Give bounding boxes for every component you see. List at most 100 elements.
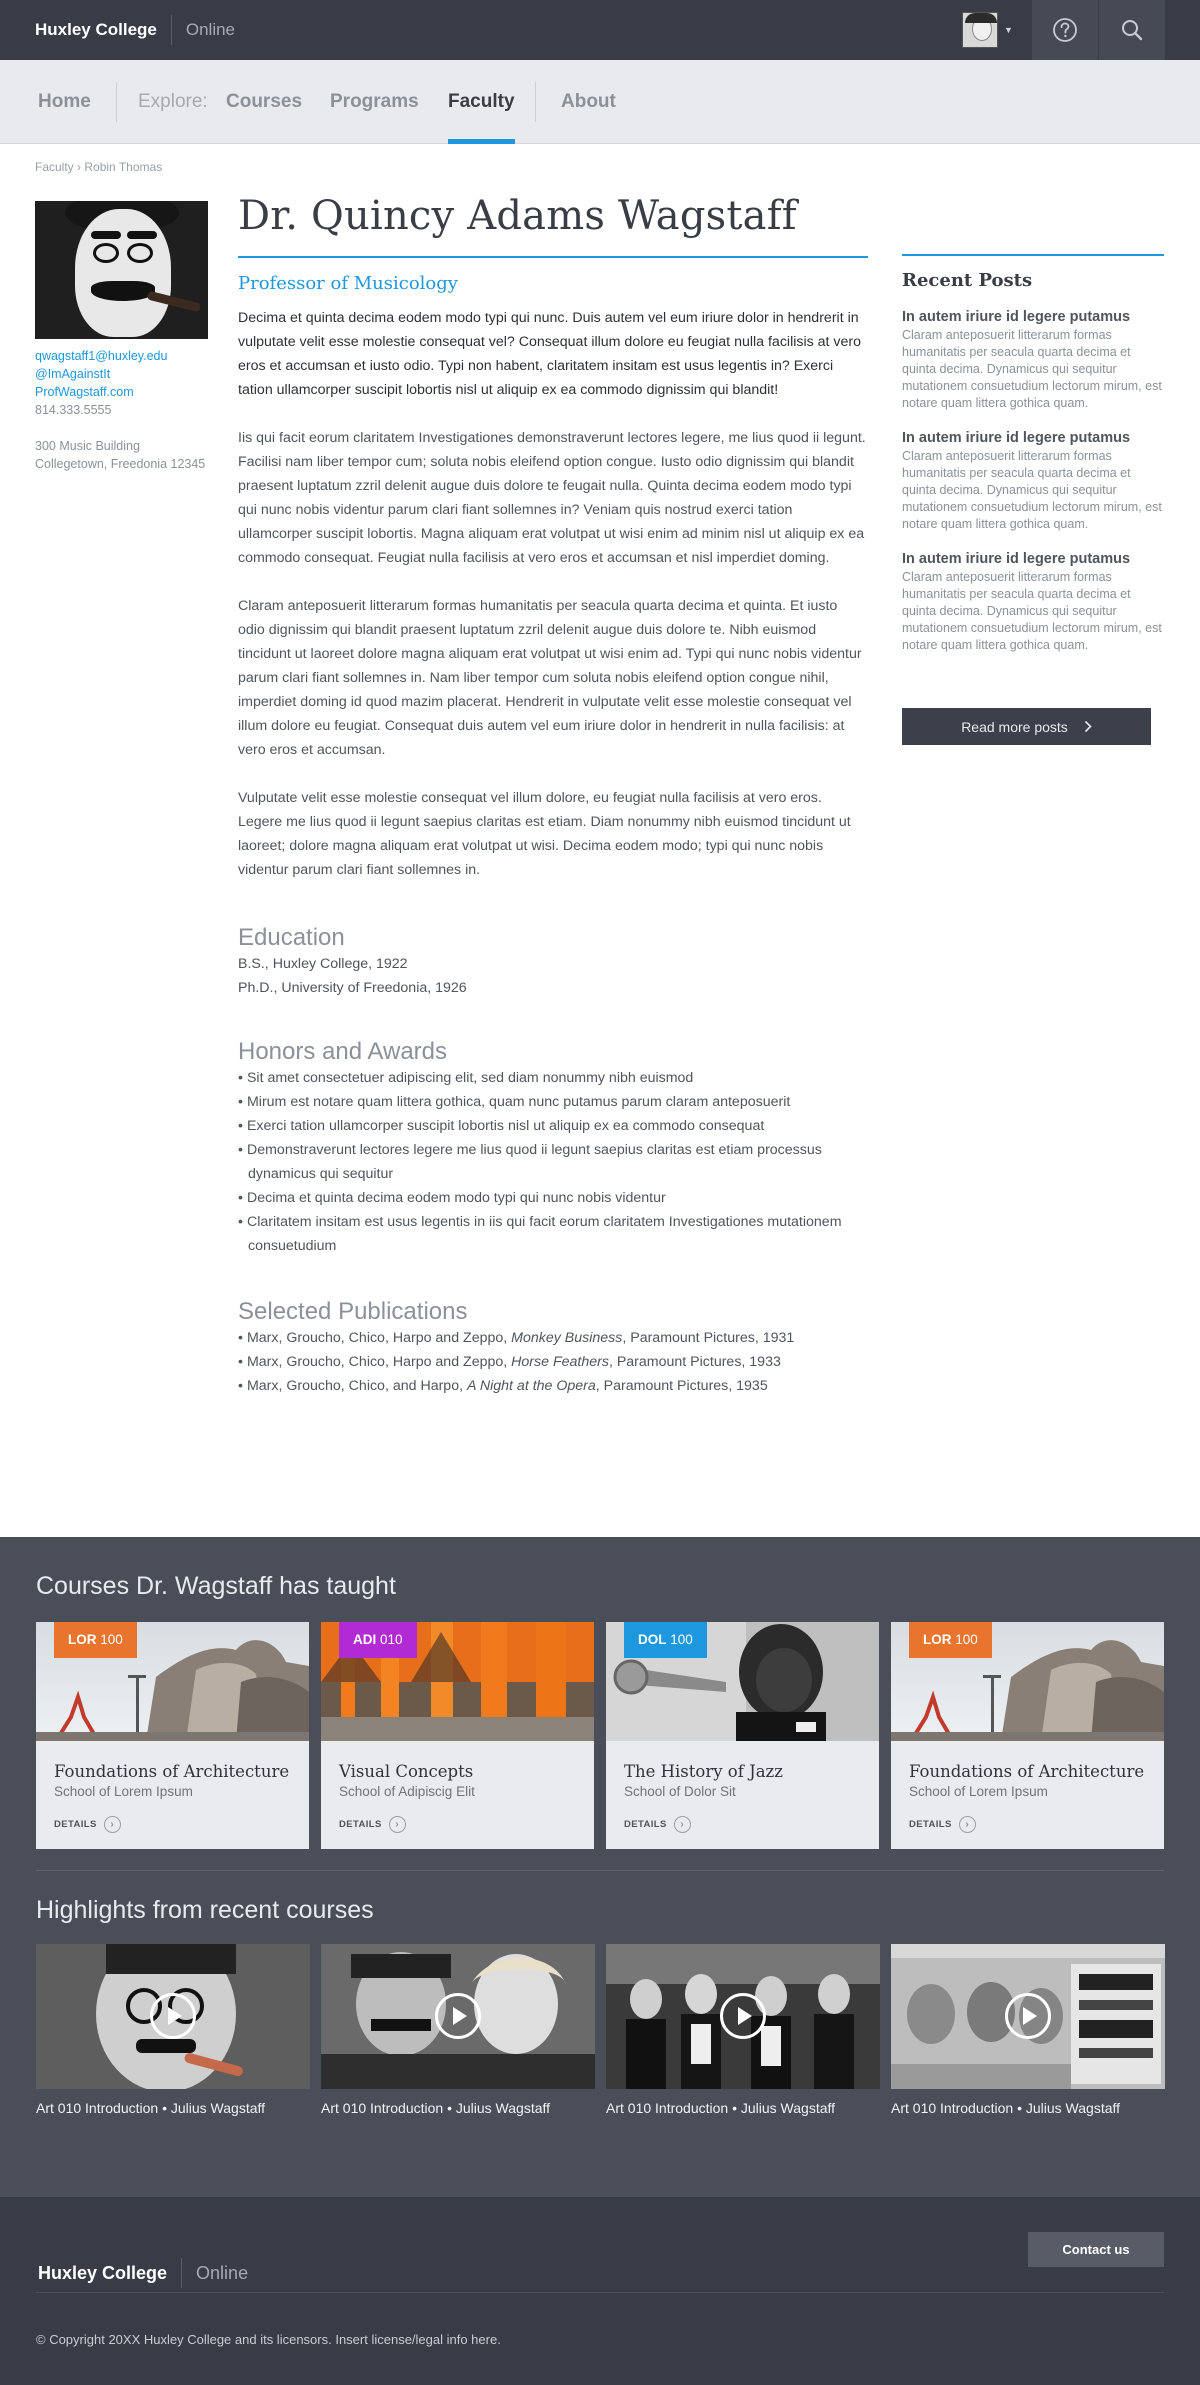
footer: Huxley College Online Contact us © Copyr… [0, 2197, 1200, 2385]
nav-divider [116, 82, 117, 122]
professor-title: Professor of Musicology [238, 273, 458, 294]
footer-brand[interactable]: Huxley College Online [38, 2257, 248, 2289]
play-icon[interactable] [720, 1993, 766, 2039]
course-details-link[interactable]: DETAILS › [54, 1816, 121, 1833]
list-item: Marx, Groucho, Chico, and Harpo, A Night… [238, 1374, 868, 1398]
post-excerpt: Claram anteposuerit litterarum formas hu… [902, 449, 1162, 531]
course-school: School of Dolor Sit [624, 1784, 736, 1799]
course-title[interactable]: Foundations of Architecture [54, 1762, 289, 1781]
post-item[interactable]: In autem iriure id legere putamus Claram… [902, 307, 1164, 412]
post-item[interactable]: In autem iriure id legere putamus Claram… [902, 549, 1164, 654]
play-icon[interactable] [1005, 1993, 1051, 2039]
top-bar: Huxley College Online ▼ [0, 0, 1200, 60]
education-item: B.S., Huxley College, 1922 [238, 956, 408, 972]
website-link[interactable]: ProfWagstaff.com [35, 383, 167, 401]
profile-contact: qwagstaff1@huxley.edu @ImAgainstIt ProfW… [35, 347, 167, 419]
profile-photo [35, 201, 208, 339]
nav-courses[interactable]: Courses [226, 60, 302, 144]
brand-name[interactable]: Huxley College [35, 20, 157, 40]
course-title[interactable]: The History of Jazz [624, 1762, 783, 1781]
video-thumbnail[interactable] [606, 1944, 880, 2089]
bio-lede: Decima et quinta decima eodem modo typi … [238, 310, 862, 398]
arrow-right-icon: › [103, 1816, 121, 1833]
brand[interactable]: Huxley College Online [35, 0, 235, 60]
education-heading: Education [238, 924, 345, 951]
video-caption[interactable]: Art 010 Introduction • Julius Wagstaff [606, 2100, 835, 2116]
brand-subtitle: Online [196, 2262, 249, 2283]
highlights-heading: Highlights from recent courses [36, 1896, 374, 1924]
post-title[interactable]: In autem iriure id legere putamus [902, 549, 1164, 569]
arrow-right-icon: › [388, 1816, 406, 1833]
list-item: Marx, Groucho, Chico, Harpo and Zeppo, M… [238, 1326, 868, 1350]
copyright: © Copyright 20XX Huxley College and its … [36, 2332, 501, 2347]
video-caption[interactable]: Art 010 Introduction • Julius Wagstaff [321, 2100, 550, 2116]
user-avatar[interactable] [962, 12, 998, 48]
course-title[interactable]: Visual Concepts [339, 1762, 473, 1781]
course-details-link[interactable]: DETAILS › [909, 1816, 976, 1833]
brand-subtitle: Online [185, 20, 236, 39]
course-badge: LOR 100 [54, 1622, 137, 1658]
course-details-link[interactable]: DETAILS › [339, 1816, 406, 1833]
course-details-link[interactable]: DETAILS › [624, 1816, 691, 1833]
read-more-posts-button[interactable]: Read more posts [902, 708, 1151, 745]
courses-heading: Courses Dr. Wagstaff has taught [36, 1572, 396, 1600]
breadcrumb-faculty[interactable]: Faculty [35, 160, 74, 174]
course-card[interactable]: ADI 010 Visual Concepts School of Adipis… [321, 1622, 594, 1849]
main-nav: Home Explore: Courses Programs Faculty A… [0, 60, 1200, 144]
breadcrumb-current: Robin Thomas [84, 160, 163, 174]
help-button[interactable] [1032, 0, 1098, 60]
nav-about[interactable]: About [561, 60, 616, 144]
list-item: Demonstraverunt lectores legere me lius … [238, 1138, 868, 1186]
video-thumbnail[interactable] [321, 1944, 595, 2089]
contact-us-button[interactable]: Contact us [1028, 2232, 1164, 2267]
list-item: Sit amet consectetuer adipiscing elit, s… [238, 1066, 868, 1090]
recent-posts-heading: Recent Posts [902, 270, 1033, 291]
footer-divider [36, 2292, 1164, 2293]
nav-faculty[interactable]: Faculty [448, 60, 515, 144]
brand-name[interactable]: Huxley College [38, 2263, 167, 2284]
play-icon[interactable] [435, 1993, 481, 2039]
twitter-link[interactable]: @ImAgainstIt [35, 365, 167, 383]
course-badge: DOL 100 [624, 1622, 707, 1658]
section-divider [36, 1870, 1164, 1871]
bio-paragraph: Claram anteposuerit litterarum formas hu… [238, 598, 862, 758]
course-card[interactable]: DOL 100 The History of Jazz School of Do… [606, 1622, 879, 1849]
post-excerpt: Claram anteposuerit litterarum formas hu… [902, 570, 1162, 652]
address-line: 300 Music Building [35, 439, 140, 453]
list-item: Decima et quinta decima eodem modo typi … [238, 1186, 868, 1210]
course-school: School of Lorem Ipsum [54, 1784, 193, 1799]
publication-title: A Night at the Opera [466, 1378, 596, 1394]
post-title[interactable]: In autem iriure id legere putamus [902, 307, 1164, 327]
caret-down-icon[interactable]: ▼ [1004, 25, 1013, 35]
address-line: Collegetown, Freedonia 12345 [35, 457, 206, 471]
recent-posts: Recent Posts In autem iriure id legere p… [902, 254, 1164, 654]
email-link[interactable]: qwagstaff1@huxley.edu [35, 347, 167, 365]
video-thumbnail[interactable] [36, 1944, 310, 2089]
post-title[interactable]: In autem iriure id legere putamus [902, 428, 1164, 448]
publication-title: Monkey Business [511, 1330, 623, 1346]
course-card[interactable]: LOR 100 Foundations of Architecture Scho… [36, 1622, 309, 1849]
search-button[interactable] [1099, 0, 1165, 60]
user-menu[interactable]: ▼ [962, 12, 1016, 48]
office-address: 300 Music Building Collegetown, Freedoni… [35, 437, 205, 473]
publications-heading: Selected Publications [238, 1298, 468, 1325]
brand-divider [170, 15, 172, 45]
course-card[interactable]: LOR 100 Foundations of Architecture Scho… [891, 1622, 1164, 1849]
breadcrumb: Faculty › Robin Thomas [35, 160, 162, 174]
list-item: Mirum est notare quam littera gothica, q… [238, 1090, 868, 1114]
course-title[interactable]: Foundations of Architecture [909, 1762, 1144, 1781]
video-thumbnail[interactable] [891, 1944, 1165, 2089]
nav-home[interactable]: Home [38, 60, 91, 144]
help-icon [1053, 18, 1077, 42]
honors-heading: Honors and Awards [238, 1038, 448, 1065]
play-icon[interactable] [150, 1993, 196, 2039]
bio-paragraph: Iis qui facit eorum claritatem Investiga… [238, 430, 866, 566]
course-badge: ADI 010 [339, 1622, 417, 1658]
video-caption[interactable]: Art 010 Introduction • Julius Wagstaff [36, 2100, 265, 2116]
list-item: Exerci tation ullamcorper suscipit lobor… [238, 1114, 868, 1138]
course-badge: LOR 100 [909, 1622, 992, 1658]
post-item[interactable]: In autem iriure id legere putamus Claram… [902, 428, 1164, 533]
video-caption[interactable]: Art 010 Introduction • Julius Wagstaff [891, 2100, 1120, 2116]
bio-paragraph: Vulputate velit esse molestie consequat … [238, 790, 851, 878]
nav-programs[interactable]: Programs [330, 60, 419, 144]
